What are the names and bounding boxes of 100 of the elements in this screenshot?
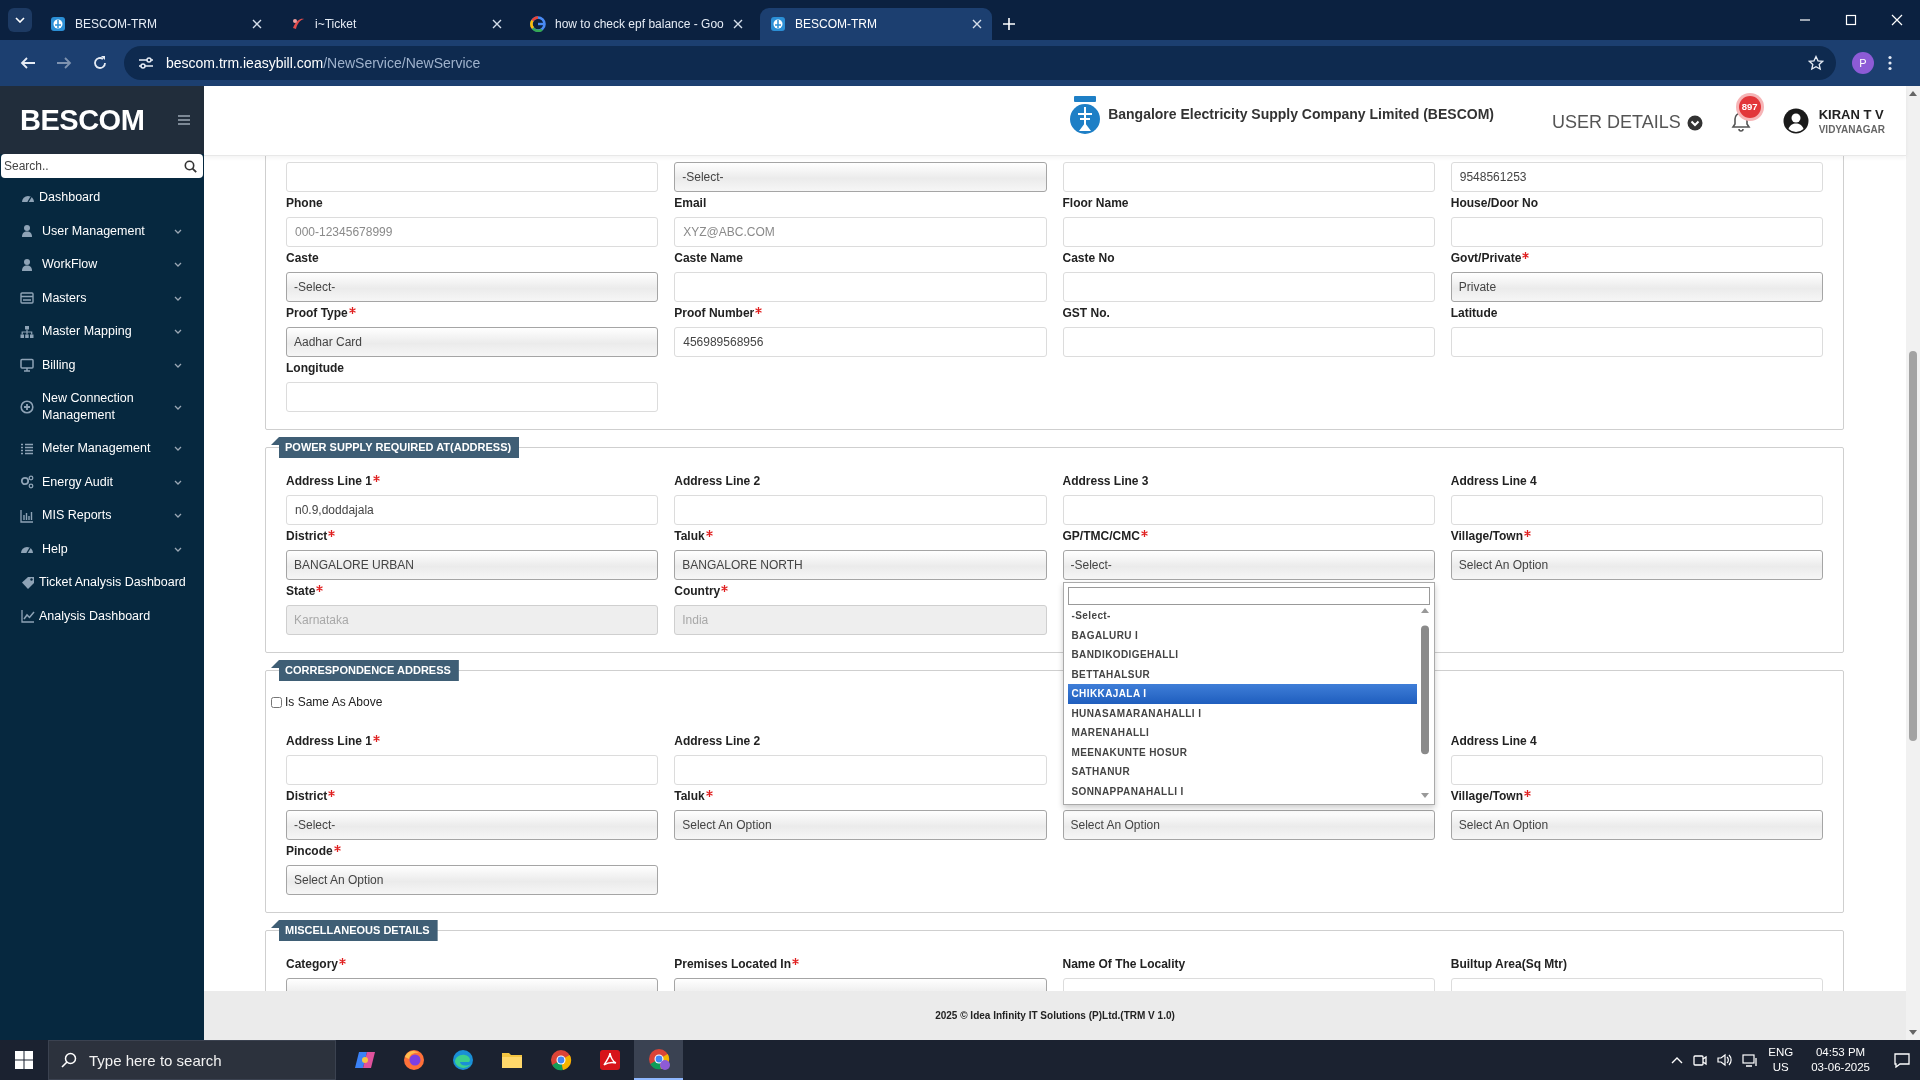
app-icon xyxy=(597,1048,622,1072)
tab-search-button[interactable] xyxy=(8,8,32,32)
app-icon xyxy=(548,1048,573,1072)
browser-tab[interactable]: BESCOM-TRM xyxy=(40,8,272,40)
maximize-icon[interactable] xyxy=(1845,14,1857,26)
dropdown-option[interactable]: SONNAPPANAHALLI I xyxy=(1067,781,1417,801)
menu-icon[interactable] xyxy=(178,115,190,125)
browser-tab[interactable]: BESCOM-TRM xyxy=(760,8,992,40)
select-field[interactable]: Select An Option xyxy=(1062,810,1435,840)
taskbar-app-button[interactable] xyxy=(634,1040,683,1080)
browser-tab[interactable]: how to check epf balance - Goo xyxy=(520,8,752,40)
input-field[interactable] xyxy=(1062,162,1435,192)
select-field[interactable]: -Select- xyxy=(286,810,659,840)
menu-icon[interactable] xyxy=(1888,55,1892,71)
taskbar-search-field[interactable]: Type here to search xyxy=(48,1040,336,1080)
nav-item[interactable]: Analysis Dashboard xyxy=(0,599,204,633)
close-icon[interactable] xyxy=(972,19,982,29)
nav-item[interactable]: Meter Management xyxy=(0,432,204,466)
user-location: VIDYANAGAR xyxy=(1818,123,1885,135)
checkbox[interactable] xyxy=(271,696,282,708)
input-field[interactable] xyxy=(1450,755,1823,785)
input-field[interactable]: n0.9,doddajala xyxy=(286,495,659,525)
reload-icon[interactable] xyxy=(92,55,108,71)
dropdown-option[interactable]: BETTAHALSUR xyxy=(1067,664,1417,684)
address-bar[interactable]: bescom.trm.ieasybill.com/NewService/NewService xyxy=(124,46,1836,80)
forward-icon[interactable] xyxy=(56,55,72,71)
close-icon[interactable] xyxy=(732,19,743,29)
field-label: District xyxy=(286,789,328,803)
nav-item[interactable]: WorkFlow xyxy=(0,248,204,282)
nav-item[interactable]: MIS Reports xyxy=(0,499,204,533)
chevron-up-icon[interactable] xyxy=(1671,1056,1684,1064)
dropdown-option[interactable]: -Select- xyxy=(1067,606,1417,626)
browser-tab[interactable]: i~Ticket xyxy=(280,8,512,40)
input-field[interactable] xyxy=(286,382,659,412)
star-icon[interactable] xyxy=(1808,55,1824,71)
language-indicator[interactable]: ENG US xyxy=(1768,1045,1794,1075)
select-field[interactable]: BANGALORE NORTH xyxy=(674,550,1047,580)
input-field[interactable] xyxy=(1062,217,1435,247)
nav-item[interactable]: User Management xyxy=(0,214,204,248)
back-icon[interactable] xyxy=(20,55,36,71)
dropdown-option[interactable]: HUNASAMARANAHALLI I xyxy=(1067,703,1417,723)
input-field[interactable]: 000-12345678999 xyxy=(286,217,659,247)
nav-item[interactable]: Ticket Analysis Dashboard xyxy=(0,566,204,600)
user-details-button[interactable]: USER DETAILS xyxy=(1552,112,1703,133)
notification-icon[interactable] xyxy=(1894,1052,1910,1068)
nav-item[interactable]: Energy Audit xyxy=(0,465,204,499)
checkbox-label: Is Same As Above xyxy=(285,695,383,709)
select-field[interactable]: Select An Option xyxy=(674,810,1047,840)
dropdown-option[interactable]: SATHANUR xyxy=(1067,762,1417,782)
start-icon[interactable] xyxy=(15,1051,33,1069)
select-field[interactable]: Aadhar Card xyxy=(286,327,659,357)
select-field[interactable]: Select An Option xyxy=(286,865,659,895)
nav-item[interactable]: Masters xyxy=(0,281,204,315)
clock[interactable]: 04:53 PM 03-06-2025 xyxy=(1811,1045,1870,1075)
site-info-icon[interactable] xyxy=(138,56,154,70)
select-field[interactable]: -Select- xyxy=(674,162,1047,192)
input-field[interactable] xyxy=(1450,495,1823,525)
dropdown-option[interactable]: BAGALURU I xyxy=(1067,625,1417,645)
input-field[interactable] xyxy=(286,755,659,785)
select-field[interactable]: -Select- xyxy=(1062,550,1435,580)
select-field[interactable]: Select An Option xyxy=(1450,550,1823,580)
input-field[interactable] xyxy=(674,495,1047,525)
select-field[interactable]: -Select- xyxy=(286,272,659,302)
select-field[interactable]: BANGALORE URBAN xyxy=(286,550,659,580)
search-field[interactable]: Search.. xyxy=(1,154,203,178)
network-icon[interactable] xyxy=(1742,1053,1759,1067)
new-tab-icon[interactable] xyxy=(1002,17,1016,31)
nav-item[interactable]: Help xyxy=(0,532,204,566)
input-field[interactable] xyxy=(1450,327,1823,357)
input-field[interactable] xyxy=(674,755,1047,785)
user-name: KIRAN T V xyxy=(1818,106,1885,122)
dropdown-option[interactable]: BANDIKODIGEHALLI xyxy=(1067,645,1417,665)
input-field[interactable] xyxy=(1062,327,1435,357)
input-field[interactable]: 456989568956 xyxy=(674,327,1047,357)
select-field[interactable]: Private xyxy=(1450,272,1823,302)
speaker-icon[interactable] xyxy=(1717,1053,1733,1067)
close-icon[interactable] xyxy=(492,19,502,29)
nav-item[interactable]: Billing xyxy=(0,348,204,382)
camera-icon[interactable] xyxy=(1693,1053,1708,1067)
input-field[interactable]: 9548561253 xyxy=(1450,162,1823,192)
field-label: Builtup Area(Sq Mtr) xyxy=(1450,957,1567,971)
search-field[interactable] xyxy=(1067,587,1430,605)
input-field[interactable] xyxy=(1062,495,1435,525)
select-field[interactable]: Select An Option xyxy=(1450,810,1823,840)
page-scrollbar[interactable] xyxy=(1906,86,1920,1040)
profile-button[interactable]: P xyxy=(1852,52,1874,74)
search-icon[interactable] xyxy=(184,160,197,173)
input-field[interactable] xyxy=(1450,217,1823,247)
dropdown-option[interactable]: CHIKKAJALA I xyxy=(1067,684,1417,704)
close-icon[interactable] xyxy=(252,19,262,29)
input-field[interactable]: XYZ@ABC.COM xyxy=(674,217,1047,247)
nav-item[interactable]: Dashboard xyxy=(0,181,204,215)
avatar-icon[interactable] xyxy=(1782,107,1809,134)
input-field[interactable] xyxy=(674,272,1047,302)
input-field[interactable] xyxy=(1062,272,1435,302)
nav-item[interactable]: New Connection Management xyxy=(0,382,204,432)
input-field[interactable] xyxy=(286,162,659,192)
dropdown-option[interactable]: MARENAHALLI xyxy=(1067,723,1417,743)
nav-item[interactable]: Master Mapping xyxy=(0,315,204,349)
dropdown-option[interactable]: MEENAKUNTE HOSUR xyxy=(1067,742,1417,762)
